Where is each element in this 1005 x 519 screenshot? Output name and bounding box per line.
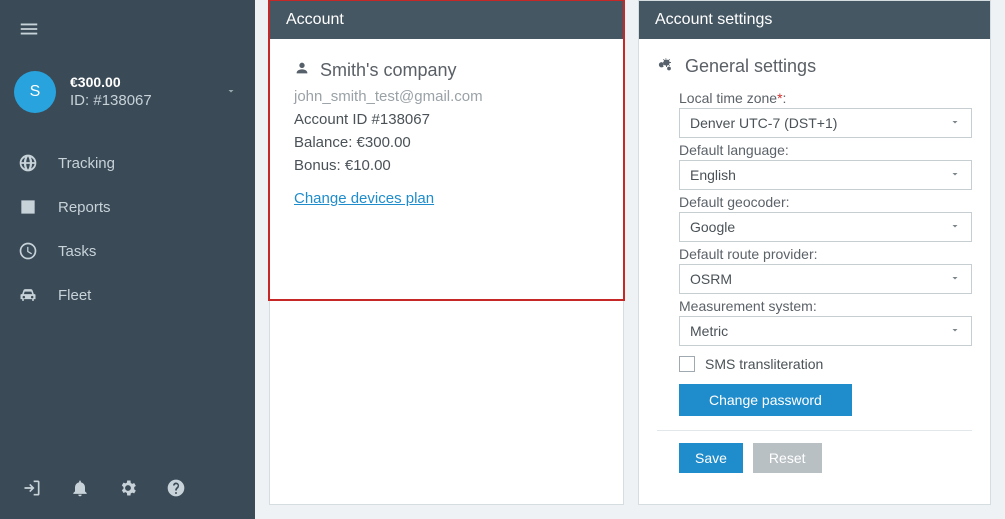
logout-button[interactable] [22,478,42,501]
language-select[interactable]: English [679,160,972,190]
user-icon [294,59,320,82]
reset-button[interactable]: Reset [753,443,822,473]
help-button[interactable] [166,478,186,501]
chevron-down-icon [949,271,961,288]
gear-icon [118,478,138,501]
chevron-down-icon [949,115,961,132]
change-password-button[interactable]: Change password [679,384,852,416]
menu-toggle-button[interactable] [0,0,255,53]
save-button[interactable]: Save [679,443,743,473]
avatar: S [14,71,56,113]
chevron-down-icon [949,219,961,236]
geocoder-select[interactable]: Google [679,212,972,242]
sidebar-item-tasks[interactable]: Tasks [0,229,255,273]
geocoder-label: Default geocoder: [679,194,972,210]
settings-button[interactable] [118,478,138,501]
account-id-line: Account ID #138067 [294,111,599,128]
chart-icon [18,197,38,217]
sidebar-balance: €300.00 [70,73,219,91]
measurement-select[interactable]: Metric [679,316,972,346]
gears-icon [657,55,685,78]
sidebar-item-fleet[interactable]: Fleet [0,273,255,317]
panel-header-account: Account [270,1,623,39]
panel-header-settings: Account settings [639,1,990,39]
menu-icon [18,27,40,43]
sidebar-item-tracking[interactable]: Tracking [0,141,255,185]
account-settings-panel: Account settings General settings Local … [638,0,991,505]
notifications-button[interactable] [70,478,90,501]
clock-icon [18,241,38,261]
sidebar-account-id: ID: #138067 [70,91,219,111]
sms-transliteration-checkbox[interactable] [679,356,695,372]
help-icon [166,478,186,501]
account-panel: Account Smith's company john_smith_test@… [269,0,624,505]
sidebar-item-label: Fleet [58,287,91,304]
route-provider-select[interactable]: OSRM [679,264,972,294]
profile-dropdown[interactable]: S €300.00 ID: #138067 [0,53,255,131]
balance-line: Balance: €300.00 [294,134,599,151]
sidebar-item-label: Tracking [58,155,115,172]
sidebar-item-label: Reports [58,199,111,216]
general-settings-heading: General settings [685,56,816,77]
chevron-down-icon [949,167,961,184]
language-label: Default language: [679,142,972,158]
chevron-down-icon [225,84,237,100]
bonus-line: Bonus: €10.00 [294,157,599,174]
change-devices-plan-link[interactable]: Change devices plan [294,190,434,207]
sidebar-item-reports[interactable]: Reports [0,185,255,229]
exit-icon [22,478,42,501]
timezone-select[interactable]: Denver UTC-7 (DST+1) [679,108,972,138]
sidebar-item-label: Tasks [58,243,96,260]
timezone-label: Local time zone*: [679,90,972,106]
account-email: john_smith_test@gmail.com [294,88,599,105]
company-name: Smith's company [320,60,457,81]
route-provider-label: Default route provider: [679,246,972,262]
measurement-label: Measurement system: [679,298,972,314]
bell-icon [70,478,90,501]
sms-transliteration-label: SMS transliteration [705,356,823,372]
globe-icon [18,153,38,173]
car-icon [18,285,38,305]
chevron-down-icon [949,323,961,340]
